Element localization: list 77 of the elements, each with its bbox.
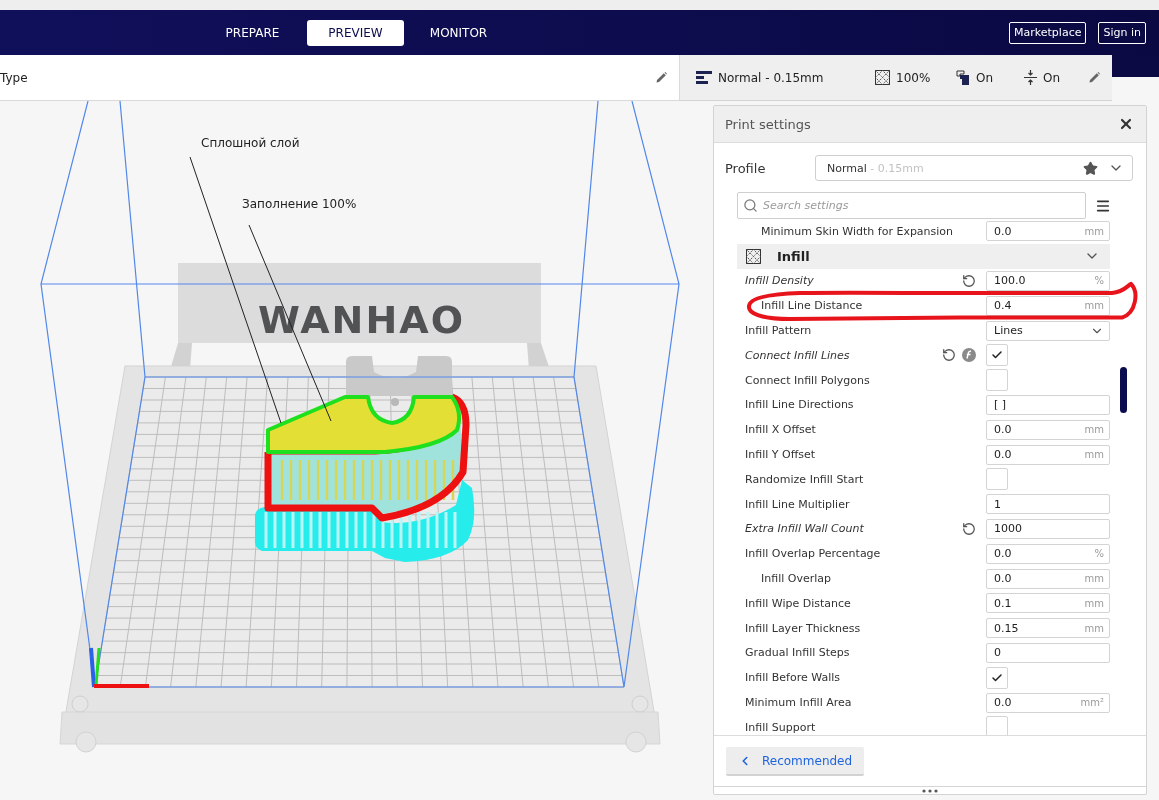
stage-tab[interactable]: PREPARE: [204, 19, 301, 46]
checkbox[interactable]: [986, 344, 1008, 367]
adhesion-status: On: [1043, 70, 1061, 85]
setting-label: Infill X Offset: [745, 423, 817, 437]
setting-label: Infill Wipe Distance: [745, 596, 852, 610]
infill-value: 100%: [896, 70, 931, 85]
layers-icon: [696, 71, 712, 84]
setting-input-field[interactable]: 0.0 %: [986, 543, 1110, 564]
adhesion-arrows-icon: [1024, 70, 1037, 85]
setting-label: Infill Y Offset: [745, 448, 817, 462]
support-status: On: [976, 70, 994, 85]
crosshatch-icon: [746, 248, 761, 264]
checkbox[interactable]: [986, 369, 1008, 392]
checkbox[interactable]: [986, 468, 1008, 491]
annotation-label: Заполнение 100%: [242, 197, 357, 211]
stage-tab[interactable]: PREVIEW: [307, 19, 404, 46]
header-button[interactable]: Sign in: [1098, 21, 1146, 44]
star-icon: [1083, 160, 1098, 176]
pencil-icon: [1089, 72, 1100, 83]
close-button[interactable]: [1118, 116, 1134, 132]
setting-input-field[interactable]: 0.0 mm²: [986, 692, 1110, 713]
setting-label: Infill Line Directions: [745, 398, 855, 412]
axes-icon: [89, 647, 149, 688]
setting-label: Connect Infill Lines: [745, 348, 851, 362]
setting-label: Infill Line Multiplier: [745, 497, 851, 511]
profile-name: Normal - 0.15mm: [718, 70, 824, 85]
setting-input-field[interactable]: 100.0 %: [986, 271, 1110, 291]
setting-input-field[interactable]: 0.0 mm: [986, 568, 1110, 589]
setting-input-field[interactable]: 0.0 mm: [986, 419, 1110, 440]
setting-label: Infill Support: [745, 720, 817, 734]
annotation-label: Сплошной слой: [201, 136, 300, 150]
print-setup-bar[interactable]: Normal - 0.15mm 100% On On: [679, 55, 1112, 101]
setting-label: Minimum Skin Width for Expansion: [761, 224, 955, 238]
pencil-icon: [656, 72, 667, 83]
setting-input-field[interactable]: 0.0 mm: [986, 444, 1110, 465]
setting-label: Infill Layer Thickness: [745, 621, 862, 635]
reset-icon[interactable]: [962, 274, 976, 288]
setting-input-field[interactable]: 0.0 mm: [986, 221, 1110, 242]
setting-input-field[interactable]: 0: [986, 642, 1110, 663]
setting-label: Infill Before Walls: [745, 671, 841, 685]
category-header[interactable]: Infill: [737, 243, 1110, 269]
setting-label: Infill Density: [745, 274, 815, 288]
setting-label: Extra Infill Wall Count: [745, 522, 865, 536]
setting-label: Infill Overlap Percentage: [745, 547, 882, 561]
profile-dropdown[interactable]: Normal - 0.15mm: [815, 155, 1133, 181]
setting-input-field[interactable]: 1: [986, 494, 1110, 515]
reset-icon[interactable]: [942, 348, 956, 363]
profile-label: Profile: [725, 160, 767, 176]
search-field[interactable]: Search settings: [737, 192, 1086, 219]
recommended-button[interactable]: Recommended: [726, 747, 865, 776]
color-scheme-bar[interactable]: Type: [0, 55, 679, 101]
support-block-icon: [956, 70, 970, 85]
scrollbar-thumb[interactable]: [1120, 367, 1127, 413]
setting-label: Infill Line Distance: [761, 299, 864, 313]
view-type-label: Type: [0, 70, 28, 85]
setting-input-field[interactable]: 0.1 mm: [986, 593, 1110, 614]
setting-label: Randomize Infill Start: [745, 472, 865, 486]
setting-label: Connect Infill Polygons: [745, 373, 871, 387]
setting-input-field[interactable]: 0.15 mm: [986, 618, 1110, 639]
setting-label: Infill Overlap: [761, 572, 832, 586]
header-button[interactable]: Marketplace: [1009, 21, 1087, 44]
panel-title: Print settings: [725, 116, 811, 132]
setting-input-field[interactable]: [ ]: [986, 394, 1110, 415]
setting-label: Gradual Infill Steps: [745, 646, 851, 660]
reset-icon[interactable]: [962, 521, 976, 536]
setting-label: Minimum Infill Area: [745, 696, 853, 710]
crosshatch-icon: [875, 70, 890, 85]
stage-tab[interactable]: MONITOR: [410, 19, 507, 46]
setting-input-field[interactable]: 1000: [986, 518, 1110, 539]
drag-handle-icon[interactable]: [922, 788, 938, 793]
checkbox[interactable]: [986, 666, 1008, 689]
setting-label: Infill Pattern: [745, 324, 813, 338]
checkbox[interactable]: [986, 716, 1008, 735]
check-icon: [991, 671, 1003, 684]
setting-input-field[interactable]: 0.4 mm: [986, 295, 1110, 316]
setting-dropdown[interactable]: Lines: [986, 320, 1110, 341]
search-icon: [743, 198, 758, 213]
